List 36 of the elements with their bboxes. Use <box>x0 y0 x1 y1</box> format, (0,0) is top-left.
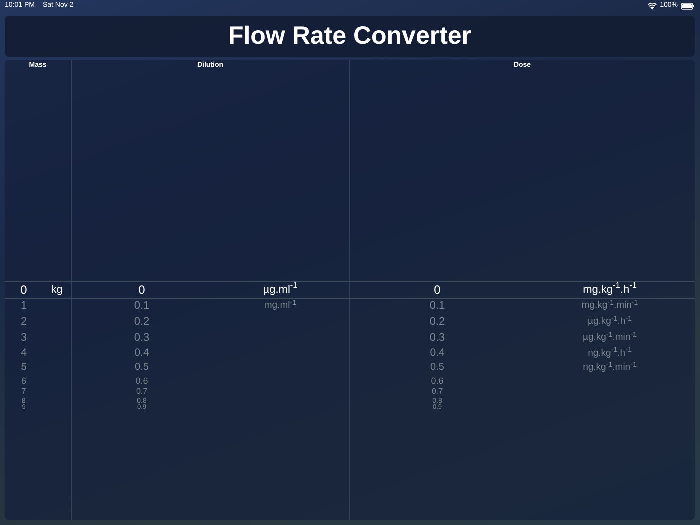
value-option[interactable]: 0.2 <box>134 316 150 328</box>
unit-option[interactable]: ng.kg$^{-1}$.h$^{-1}$ <box>588 348 632 358</box>
value-option[interactable]: 0.4 <box>430 348 445 359</box>
value-option[interactable]: 0.3 <box>430 332 446 344</box>
value-option[interactable]: 0 <box>20 284 28 296</box>
value-option[interactable]: 5 <box>21 363 27 373</box>
unit-option[interactable]: mg.kg$^{-1}$.h$^{-1}$ <box>583 284 637 296</box>
value-option[interactable]: 7 <box>22 388 26 396</box>
unit-option[interactable]: µg.ml$^{-1}$ <box>263 284 298 296</box>
value-option[interactable]: 2 <box>20 316 28 328</box>
value-option[interactable]: 6 <box>21 376 26 386</box>
value-option[interactable]: 0.5 <box>430 363 444 373</box>
value-option[interactable]: 0.1 <box>430 300 446 312</box>
value-option[interactable]: 1 <box>20 300 28 312</box>
unit-option[interactable]: mg.kg$^{-1}$.min$^{-1}$ <box>582 301 638 311</box>
unit-option[interactable]: kg <box>51 284 63 296</box>
value-option[interactable]: 0.5 <box>135 363 149 373</box>
value-option[interactable]: 3 <box>20 332 28 344</box>
unit-option[interactable]: µg.kg$^{-1}$.h$^{-1}$ <box>588 317 632 327</box>
battery-icon <box>681 3 695 10</box>
value-option[interactable]: 4 <box>21 348 27 359</box>
value-option[interactable]: 0.7 <box>136 388 148 396</box>
unit-option[interactable]: mg.ml$^{-1}$ <box>264 301 297 311</box>
value-option[interactable]: 0.7 <box>432 388 444 396</box>
value-option[interactable]: 0.4 <box>134 348 150 359</box>
value-option[interactable]: 0.2 <box>430 316 446 328</box>
value-option[interactable]: 0.6 <box>136 376 148 386</box>
value-option[interactable]: 0.1 <box>134 300 150 312</box>
value-option[interactable]: 0 <box>138 284 146 296</box>
value-option[interactable]: 0.6 <box>431 376 444 386</box>
value-option[interactable]: 0 <box>434 284 441 296</box>
value-option[interactable]: 0.3 <box>134 332 150 344</box>
unit-option[interactable]: µg.kg$^{-1}$.min$^{-1}$ <box>582 333 638 343</box>
wifi-icon <box>648 3 658 10</box>
app-title: Flow Rate Converter <box>228 24 472 49</box>
unit-option[interactable]: ng.kg$^{-1}$.min$^{-1}$ <box>583 363 637 373</box>
